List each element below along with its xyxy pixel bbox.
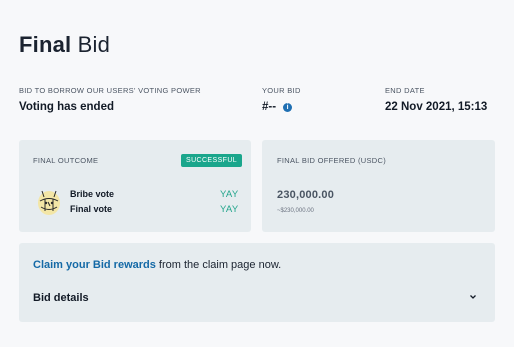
claim-card: [19, 243, 495, 322]
bid-label: BID TO BORROW OUR USERS' VOTING POWER: [19, 86, 201, 95]
your-bid-value-wrap: #-- i: [262, 101, 293, 113]
claim-text: Claim your Bid rewards from the claim pa…: [33, 259, 281, 271]
final-vote-result: YAY: [220, 204, 239, 215]
page-title-strong: Final: [19, 32, 72, 57]
chevron-down-icon: [470, 295, 476, 299]
bribe-avatar-icon: [38, 190, 60, 215]
final-bid-offered-label: FINAL BID OFFERED (USDC): [277, 156, 387, 165]
page-title-light: Bid: [77, 32, 111, 57]
final-outcome-label: FINAL OUTCOME: [33, 156, 99, 165]
your-bid-value: #--: [262, 101, 277, 113]
final-bid-offered-card: [262, 140, 495, 232]
your-bid-label: YOUR BID: [262, 86, 301, 95]
bribe-vote-result: YAY: [220, 189, 239, 200]
page-title: Final Bid: [19, 31, 110, 59]
end-date-value: 22 Nov 2021, 15:13: [385, 101, 488, 113]
claim-rewards-link[interactable]: Claim your Bid rewards: [33, 259, 156, 271]
claim-text-rest: from the claim page now.: [155, 259, 282, 271]
status-badge: SUCCESSFUL: [181, 154, 243, 167]
offered-amount-usd: ~$230,000.00: [277, 208, 314, 214]
bid-details-label: Bid details: [33, 292, 89, 304]
end-date-label: END DATE: [385, 86, 425, 95]
offered-amount: 230,000.00: [277, 189, 335, 201]
bid-details-toggle[interactable]: Bid details: [19, 288, 495, 310]
info-icon[interactable]: i: [283, 103, 293, 112]
bid-status: Voting has ended: [19, 101, 114, 113]
bribe-vote-label: Bribe vote: [70, 189, 115, 199]
final-vote-label: Final vote: [70, 204, 113, 214]
